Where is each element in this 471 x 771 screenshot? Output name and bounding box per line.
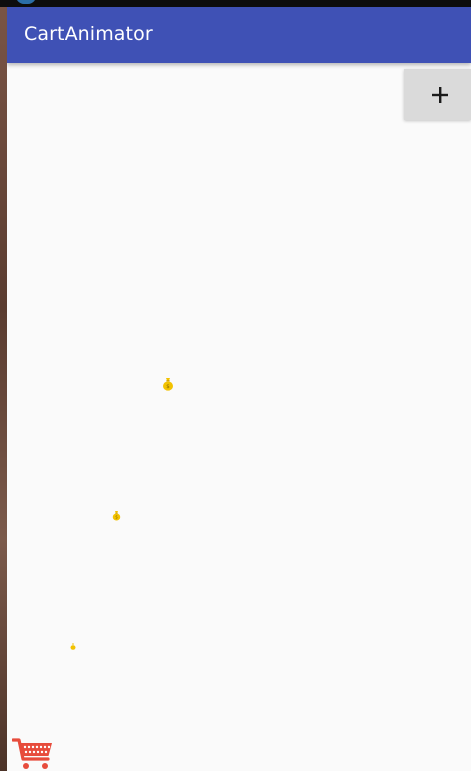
window-edge (0, 0, 7, 771)
svg-text:$: $ (115, 515, 118, 520)
add-item-button[interactable] (404, 69, 471, 120)
app-screen: CartAnimator $ $ (7, 7, 471, 771)
money-bag-icon: $ (163, 378, 173, 391)
app-bar: CartAnimator (7, 7, 471, 63)
status-indicator-icon (16, 0, 36, 4)
svg-text:$: $ (166, 384, 170, 390)
money-bag-icon (70, 643, 76, 650)
device-frame: CartAnimator $ $ (0, 0, 471, 771)
app-title: CartAnimator (24, 23, 153, 45)
shopping-cart-icon[interactable] (12, 737, 54, 771)
money-bag-icon: $ (112, 511, 121, 521)
plus-icon (432, 87, 448, 103)
status-strip (0, 0, 471, 7)
